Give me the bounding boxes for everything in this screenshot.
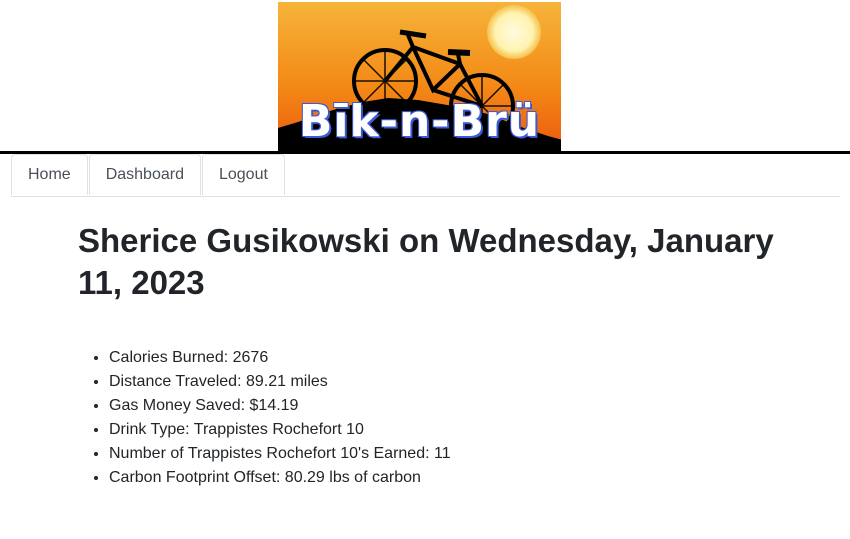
page: Bīk-n-Brü Home Dashboard Logout Sherice … [0, 0, 850, 539]
tab-logout[interactable]: Logout [201, 154, 285, 195]
list-item-calories: Calories Burned: 2676 [109, 346, 778, 370]
stats-list: Calories Burned: 2676 Distance Traveled:… [78, 346, 778, 490]
tab-home[interactable]: Home [11, 154, 88, 195]
list-item-drinks-earned: Number of Trappistes Rochefort 10's Earn… [109, 442, 778, 466]
tab-dashboard[interactable]: Dashboard [88, 154, 201, 195]
nav-tabs: Home Dashboard Logout [11, 154, 840, 197]
ride-summary: Sherice Gusikowski on Wednesday, January… [78, 220, 778, 490]
list-item-carbon-offset: Carbon Footprint Offset: 80.29 lbs of ca… [109, 466, 778, 490]
header-banner: Bīk-n-Brü [278, 2, 561, 152]
list-item-drink-type: Drink Type: Trappistes Rochefort 10 [109, 418, 778, 442]
list-item-gas-money: Gas Money Saved: $14.19 [109, 394, 778, 418]
page-title: Sherice Gusikowski on Wednesday, January… [78, 222, 774, 301]
list-item-distance: Distance Traveled: 89.21 miles [109, 370, 778, 394]
brand-title: Bīk-n-Brü [298, 96, 541, 147]
